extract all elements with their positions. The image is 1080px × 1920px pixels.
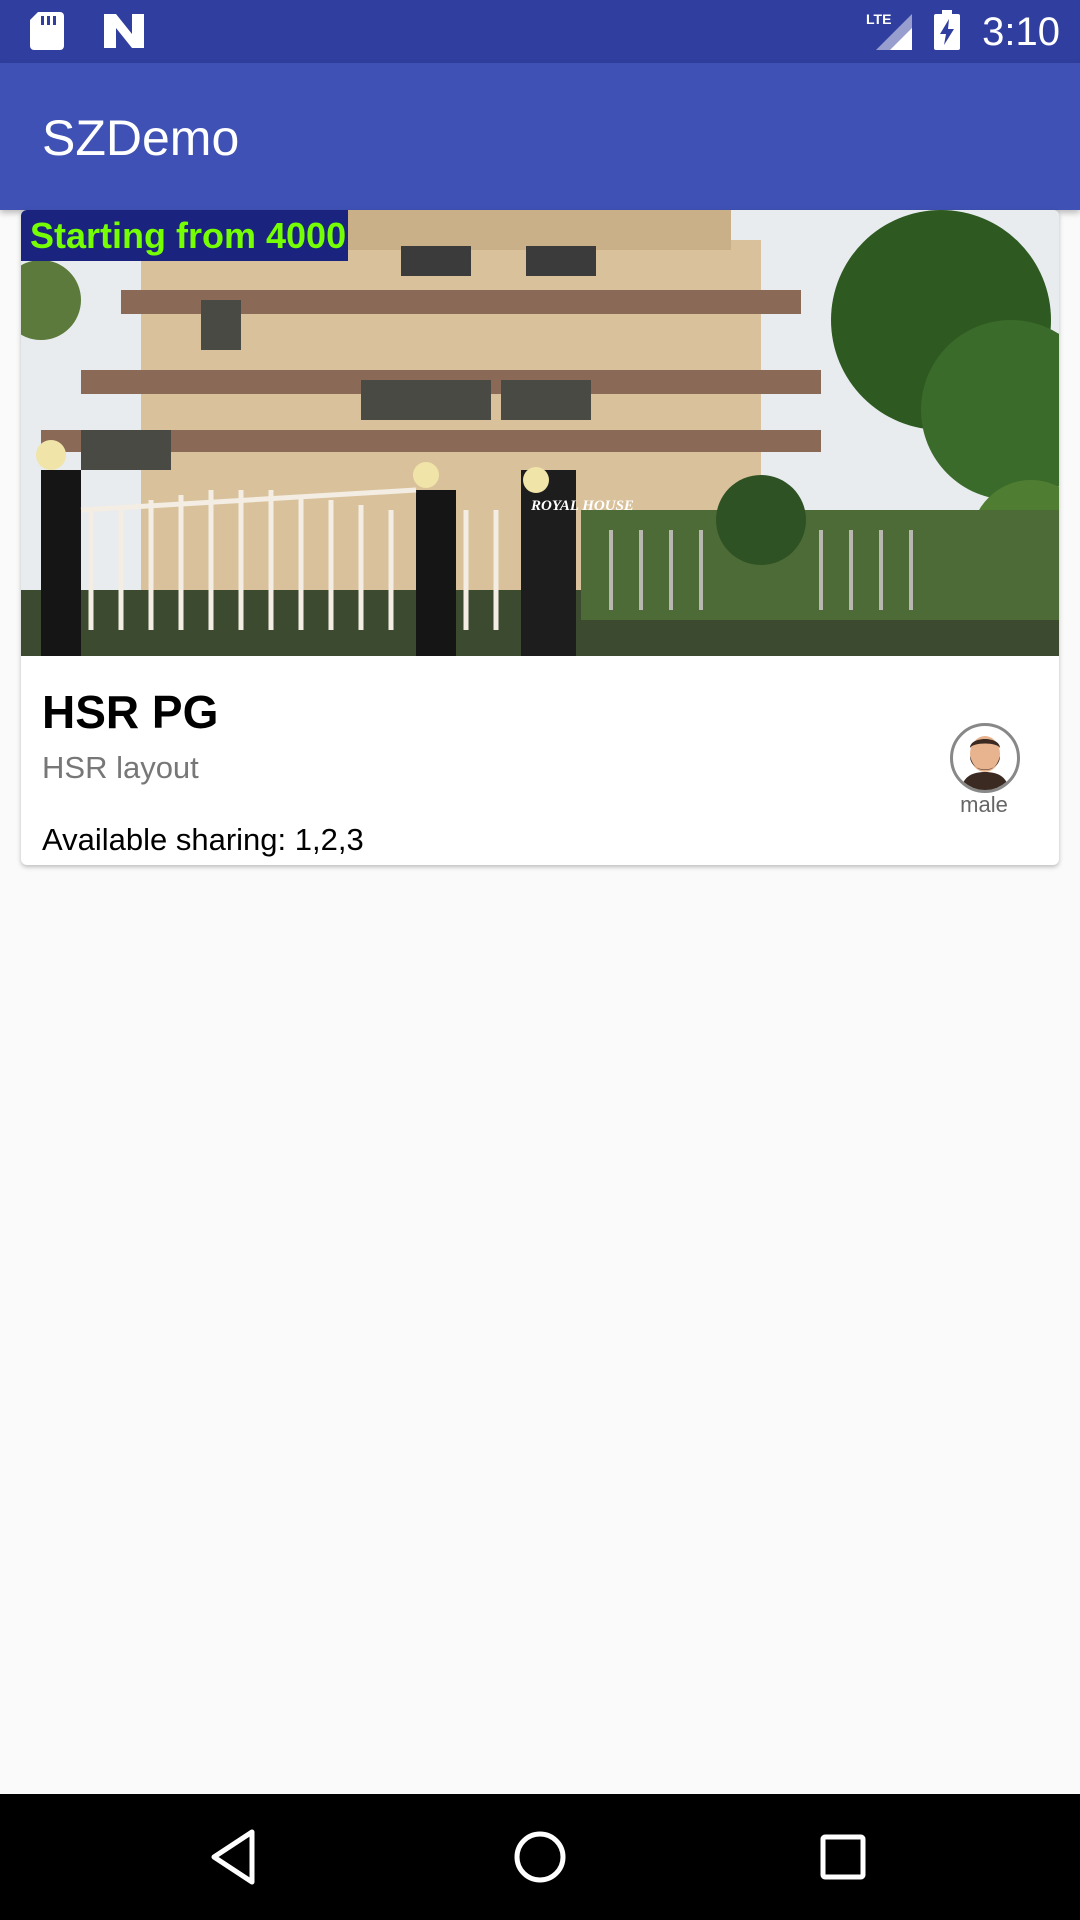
navigation-bar [0, 1794, 1080, 1920]
recents-icon[interactable] [810, 1824, 876, 1890]
app-title: SZDemo [42, 110, 240, 166]
listing-title: HSR PG [42, 686, 219, 738]
lte-signal-icon: LTE [866, 10, 913, 55]
sd-card-icon [30, 12, 64, 55]
male-avatar-icon [950, 723, 1020, 793]
status-bar: LTE 3:10 [0, 0, 1080, 63]
n-notification-icon [104, 14, 144, 53]
listing-card[interactable]: ROYAL HOUSE Starting from 4000 HSR PG HS… [21, 210, 1059, 865]
status-system: LTE 3:10 [866, 6, 1060, 58]
back-icon[interactable] [202, 1824, 268, 1890]
status-time: 3:10 [982, 9, 1060, 54]
price-badge: Starting from 4000 [21, 210, 348, 261]
image-sign-text: ROYAL HOUSE [530, 498, 634, 514]
listing-location: HSR layout [42, 750, 199, 785]
gender-label: male [960, 792, 1008, 817]
property-image: ROYAL HOUSE [21, 210, 1059, 656]
listing-sharing: Available sharing: 1,2,3 [42, 822, 364, 857]
home-icon[interactable] [507, 1824, 573, 1890]
svg-text:LTE: LTE [866, 11, 891, 27]
status-notifications [30, 12, 144, 55]
app-bar: SZDemo [0, 63, 1080, 210]
battery-charging-icon [934, 9, 961, 55]
